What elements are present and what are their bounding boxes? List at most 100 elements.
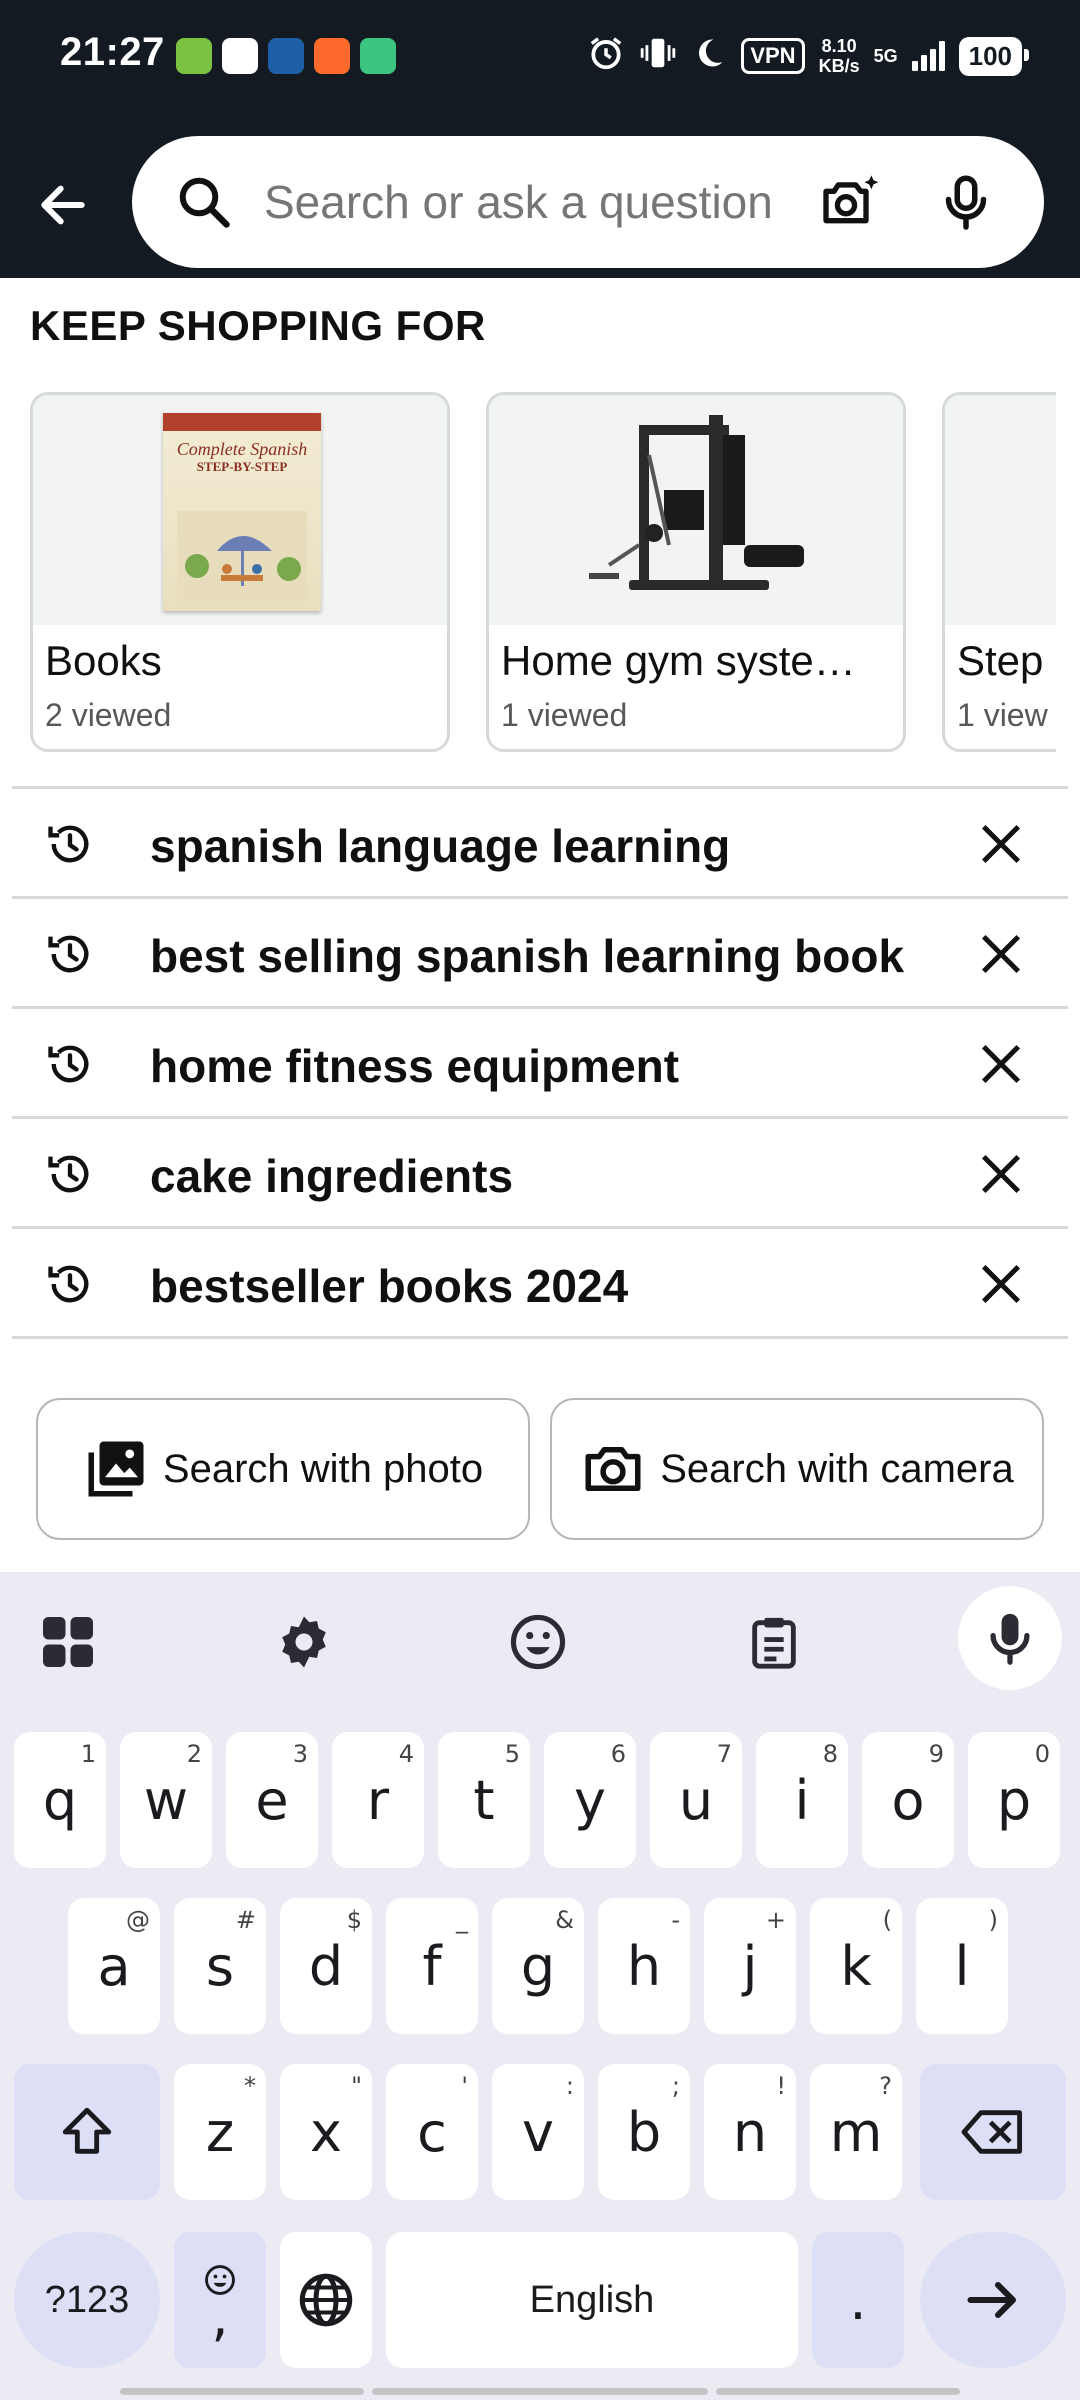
close-icon[interactable]	[978, 1041, 1024, 1087]
notification-app-icon	[360, 38, 396, 74]
book-title: Complete Spanish	[176, 439, 308, 459]
symbols-key[interactable]: ?123	[14, 2232, 160, 2368]
history-icon	[48, 1045, 89, 1083]
key-hint: 7	[716, 1740, 732, 1768]
key-hint: "	[350, 2072, 362, 2100]
key-label: ,	[211, 2285, 229, 2348]
close-icon[interactable]	[978, 821, 1024, 867]
key-v[interactable]: v:	[492, 2064, 584, 2200]
key-hint: 8	[822, 1740, 838, 1768]
key-q[interactable]: q1	[14, 1732, 106, 1868]
keep-shopping-card-books[interactable]: Complete Spanish STEP-BY-STEP Books 2 vi…	[30, 392, 450, 752]
card-subtitle: 1 view	[957, 697, 1048, 733]
key-label: English	[529, 2278, 655, 2321]
key-l[interactable]: l)	[916, 1898, 1008, 2034]
key-i[interactable]: i8	[756, 1732, 848, 1868]
key-p[interactable]: p0	[968, 1732, 1060, 1868]
search-bar[interactable]	[132, 136, 1044, 268]
key-z[interactable]: z *	[174, 2064, 266, 2200]
key-s[interactable]: s #	[174, 1898, 266, 2034]
notification-app-icon	[314, 38, 350, 74]
status-bar: 21:27 VPN 8.10 KB/s 5G 100	[0, 0, 1080, 112]
key-label: v	[522, 2100, 554, 2164]
key-c[interactable]: c '	[386, 2064, 478, 2200]
key-r[interactable]: r4	[332, 1732, 424, 1868]
key-a[interactable]: a @	[68, 1898, 160, 2034]
clipboard-icon[interactable]	[742, 1610, 806, 1674]
period-key[interactable]: .	[812, 2232, 904, 2368]
shift-key[interactable]	[14, 2064, 160, 2200]
search-with-photo-button[interactable]: Search with photo	[36, 1398, 530, 1540]
space-key[interactable]: English	[386, 2232, 798, 2368]
key-hint: *	[244, 2072, 256, 2100]
notification-app-icon	[176, 38, 212, 74]
moon-icon	[691, 35, 727, 77]
home-gym-image	[589, 415, 804, 590]
close-icon[interactable]	[978, 931, 1024, 977]
key-label: e	[255, 1768, 289, 1832]
close-icon[interactable]	[978, 1151, 1024, 1197]
key-hint: -	[671, 1906, 680, 1934]
apps-grid-icon[interactable]	[36, 1610, 100, 1674]
history-icon	[48, 825, 89, 863]
key-x[interactable]: x "	[280, 2064, 372, 2200]
key-label: m	[829, 2100, 883, 2164]
key-o[interactable]: o9	[862, 1732, 954, 1868]
arrow-right-icon	[967, 2282, 1016, 2318]
book-illustration	[177, 511, 307, 601]
key-d[interactable]: d $	[280, 1898, 372, 2034]
recent-search-item[interactable]: best selling spanish learning book	[12, 899, 1068, 1009]
key-b[interactable]: b;	[598, 2064, 690, 2200]
back-arrow-icon	[41, 185, 85, 225]
key-label: w	[143, 1768, 189, 1832]
key-j[interactable]: j +	[704, 1898, 796, 2034]
key-h[interactable]: h-	[598, 1898, 690, 2034]
enter-key[interactable]	[920, 2232, 1066, 2368]
key-k[interactable]: k(	[810, 1898, 902, 2034]
notification-app-icon	[268, 38, 304, 74]
back-button[interactable]	[28, 170, 98, 240]
key-hint: 1	[80, 1740, 96, 1768]
key-f[interactable]: f _	[386, 1898, 478, 2034]
key-g[interactable]: g &	[492, 1898, 584, 2034]
recent-search-item[interactable]: spanish language learning	[12, 789, 1068, 899]
speed-value: 8.10	[821, 36, 857, 56]
card-image	[489, 395, 903, 625]
key-w[interactable]: w2	[120, 1732, 212, 1868]
key-u[interactable]: u7	[650, 1732, 742, 1868]
key-label: c	[417, 2100, 447, 2164]
key-m[interactable]: m?	[810, 2064, 902, 2200]
backspace-key[interactable]	[920, 2064, 1066, 2200]
history-icon	[48, 1155, 89, 1193]
key-t[interactable]: t5	[438, 1732, 530, 1868]
search-icon	[179, 177, 230, 228]
keep-shopping-title: KEEP SHOPPING FOR	[30, 302, 486, 349]
search-with-camera-label: Search with camera	[660, 1446, 1014, 1491]
key-hint: (	[882, 1906, 892, 1934]
search-with-camera-button[interactable]: Search with camera	[550, 1398, 1044, 1540]
key-hint: 3	[292, 1740, 308, 1768]
globe-icon	[299, 2273, 353, 2327]
emoji-icon[interactable]	[506, 1610, 570, 1674]
app-header: 21:27 VPN 8.10 KB/s 5G 100	[0, 0, 1080, 278]
key-label: s	[205, 1934, 235, 1998]
comma-emoji-key[interactable]: ,	[174, 2232, 266, 2368]
keep-shopping-card-home-gym[interactable]: Home gym syste… 1 viewed	[486, 392, 906, 752]
close-icon[interactable]	[978, 1261, 1024, 1307]
keyboard-toolbar	[0, 1572, 1080, 1712]
voice-input-icon[interactable]	[958, 1586, 1062, 1690]
settings-gear-icon[interactable]	[272, 1610, 336, 1674]
key-y[interactable]: y6	[544, 1732, 636, 1868]
key-n[interactable]: n!	[704, 2064, 796, 2200]
gesture-bar	[716, 2388, 960, 2395]
keep-shopping-carousel[interactable]: Complete Spanish STEP-BY-STEP Books 2 vi…	[30, 392, 1056, 754]
card-subtitle: 2 viewed	[45, 697, 172, 733]
language-key[interactable]	[280, 2232, 372, 2368]
key-e[interactable]: e3	[226, 1732, 318, 1868]
camera-ai-icon[interactable]	[818, 170, 882, 234]
recent-search-item[interactable]: bestseller books 2024	[12, 1229, 1068, 1339]
recent-search-item[interactable]: home fitness equipment	[12, 1009, 1068, 1119]
keep-shopping-card-step[interactable]: Step 1 view	[942, 392, 1056, 752]
microphone-icon[interactable]	[936, 172, 996, 232]
recent-search-item[interactable]: cake ingredients	[12, 1119, 1068, 1229]
